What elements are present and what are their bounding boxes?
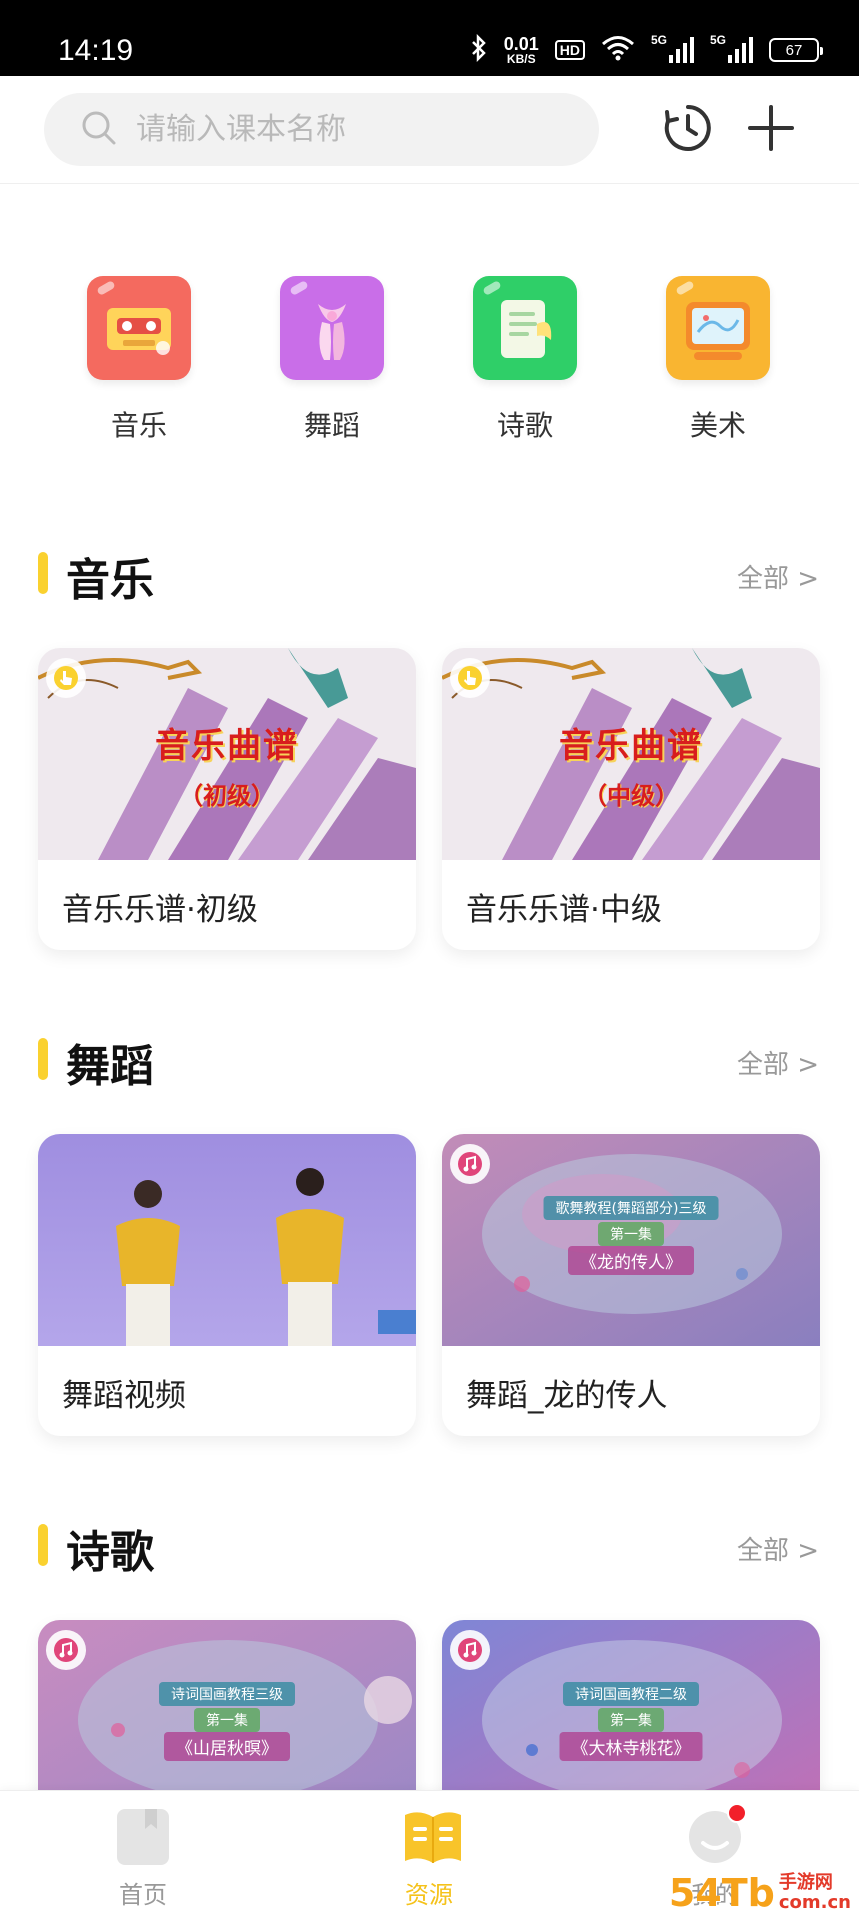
course-card[interactable]: 舞蹈视频 [38,1134,416,1436]
drawing-board-icon [666,276,770,380]
status-icons: 0.01 KB/S HD 5G 5G 67 [470,28,823,72]
add-button[interactable] [743,102,799,158]
card-title: 舞蹈视频 [62,1378,186,1414]
section-accent-bar [38,1524,48,1566]
view-all-link[interactable]: 全部 > [737,1530,819,1567]
thumb-sub-text: （中级） [583,781,679,810]
card-title: 音乐乐谱·中级 [466,892,662,928]
bluetooth-icon [470,33,488,66]
watermark-sub2: com.cn [778,1892,851,1913]
category-label: 舞蹈 [303,409,360,442]
course-card[interactable]: 音乐曲谱 （中级） 音乐乐谱·中级 [442,648,820,950]
thumb-episode-label: 第一集 [598,1222,664,1246]
signal-bars-icon [728,37,753,63]
ballet-shoes-icon [280,276,384,380]
thumb-main-text: 音乐曲谱 [559,726,703,766]
watermark-sub1: 手游网 [778,1872,833,1894]
signal-1-label: 5G [651,33,668,47]
course-card[interactable]: 音乐曲谱 （初级） 音乐乐谱·初级 [38,648,416,950]
course-card[interactable]: 歌舞教程(舞蹈部分)三级 第一集 《龙的传人》 舞蹈_龙的传人 [442,1134,820,1436]
category-label: 音乐 [110,409,167,442]
card-thumbnail [38,1134,416,1346]
net-speed-value: 0.01 [503,34,539,54]
thumb-name-label: 《龙的传人》 [568,1246,694,1275]
touch-badge-icon [46,658,86,698]
section-header: 诗歌 全部 > [0,1510,859,1580]
card-thumbnail: 音乐曲谱 （初级） [38,648,416,860]
nav-label: 首页 [119,1881,167,1909]
scroll-icon [473,276,577,380]
section-title: 诗歌 [66,1527,154,1578]
thumb-sub-text: （初级） [179,781,275,810]
watermark-text: 54Tb [668,1871,775,1915]
thumb-name-label: 《大林寺桃花》 [559,1732,703,1761]
section-header: 音乐 全部 > [0,538,859,608]
history-clock-icon [663,103,713,157]
signal-1: 5G [651,33,694,63]
header [0,76,859,184]
category-poetry[interactable]: 诗歌 [450,276,600,444]
card-thumbnail: 音乐曲谱 （中级） [442,648,820,860]
status-time: 14:19 [58,34,134,67]
view-all-link[interactable]: 全部 > [737,558,819,595]
search-input[interactable] [136,112,576,147]
nav-label: 资源 [405,1881,453,1909]
category-dance[interactable]: 舞蹈 [257,276,407,444]
category-label: 诗歌 [496,409,553,442]
signal-bars-icon [669,37,694,63]
net-speed-unit: KB/S [506,52,536,66]
plus-icon [748,105,794,155]
signal-2-label: 5G [710,33,727,47]
section-header: 舞蹈 全部 > [0,1024,859,1094]
battery-level: 67 [785,41,803,59]
card-title: 舞蹈_龙的传人 [466,1378,668,1414]
watermark-logo: 54Tb 手游网 com.cn [669,1870,851,1916]
view-all-link[interactable]: 全部 > [737,1044,819,1081]
section-accent-bar [38,1038,48,1080]
category-grid: 音乐 舞蹈 诗歌 美术 [0,276,859,446]
battery-icon: 67 [769,38,823,62]
thumb-main-text: 音乐曲谱 [155,726,299,766]
thumb-level-label: 诗词国画教程二级 [563,1682,699,1706]
status-bar: 14:19 0.01 KB/S HD 5G 5G 67 [0,0,859,76]
music-note-icon [450,1630,490,1670]
history-button[interactable] [660,102,716,158]
thumb-level-label: 诗词国画教程三级 [159,1682,295,1706]
avatar-icon [687,1803,747,1867]
section-accent-bar [38,552,48,594]
network-speed: 0.01 KB/S [504,35,539,65]
thumb-episode-label: 第一集 [598,1708,664,1732]
book-icon [115,1807,171,1867]
section-dance: 舞蹈 全部 > 舞蹈视频 歌舞教程(舞蹈部分)三级 第一集 《龙的传人》 舞蹈_… [0,1024,859,1444]
nav-resources[interactable]: 资源 [359,1807,499,1910]
thumb-name-label: 《山居秋暝》 [164,1732,290,1761]
thumb-episode-label: 第一集 [194,1708,260,1732]
search-box[interactable] [44,93,599,166]
touch-badge-icon [450,658,490,698]
section-music: 音乐 全部 > 音乐曲谱 （初级） 音乐乐谱·初级 音乐曲谱 （中级） 音乐乐谱… [0,538,859,958]
search-icon [80,109,118,151]
hd-badge: HD [554,40,585,60]
wifi-icon [601,35,635,65]
watermark-sub: 手游网 com.cn [779,1873,851,1913]
category-music[interactable]: 音乐 [64,276,214,444]
music-note-icon [46,1630,86,1670]
section-title: 音乐 [66,555,154,606]
section-title: 舞蹈 [66,1041,154,1092]
signal-2: 5G [710,33,753,63]
open-book-icon [401,1807,461,1867]
card-thumbnail: 歌舞教程(舞蹈部分)三级 第一集 《龙的传人》 [442,1134,820,1346]
nav-home[interactable]: 首页 [73,1807,213,1910]
card-title: 音乐乐谱·初级 [62,892,258,928]
thumb-level-label: 歌舞教程(舞蹈部分)三级 [543,1196,719,1220]
section-poetry: 诗歌 全部 > 诗词国画教程三级 第一集 《山居秋暝》 诗词国画教程二级 第一集… [0,1510,859,1920]
music-note-icon [450,1144,490,1184]
category-label: 美术 [689,409,746,442]
category-art[interactable]: 美术 [643,276,793,444]
notification-dot [727,1803,747,1823]
cassette-icon [87,276,191,380]
